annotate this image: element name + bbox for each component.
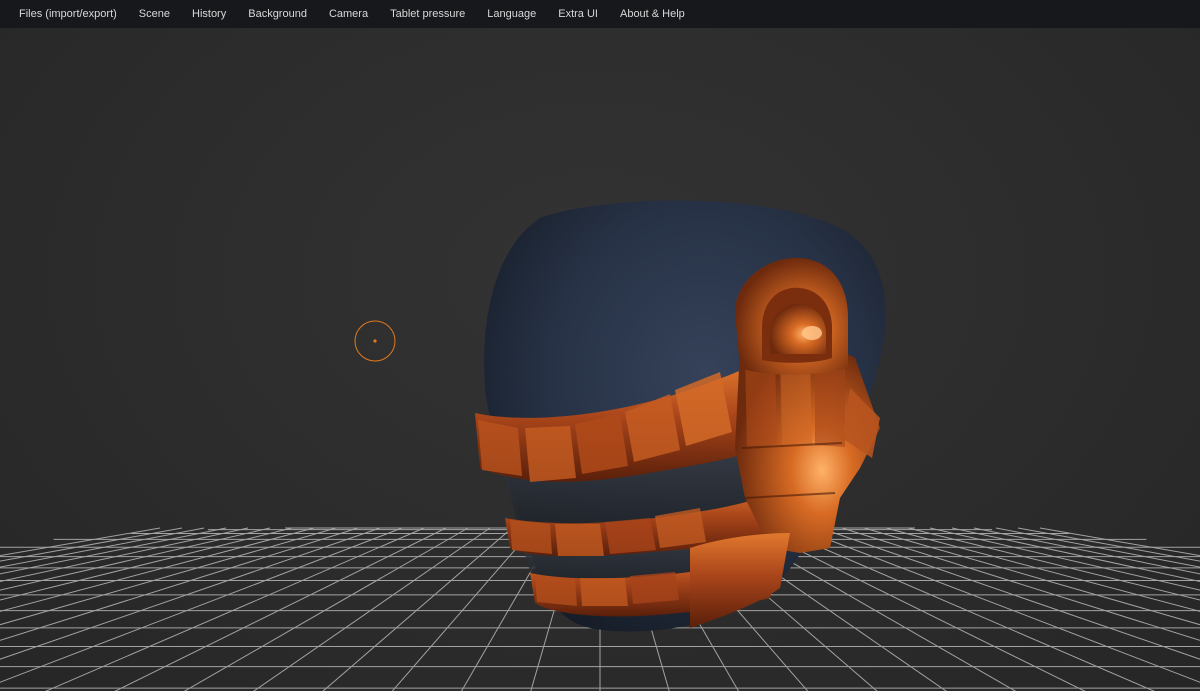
top-menubar: Files (import/export) Scene History Back… (0, 0, 1200, 28)
copper-crest (735, 257, 848, 375)
menu-tablet-pressure[interactable]: Tablet pressure (379, 0, 476, 28)
menu-extra-ui[interactable]: Extra UI (547, 0, 609, 28)
menu-language[interactable]: Language (476, 0, 547, 28)
menu-about-help[interactable]: About & Help (609, 0, 696, 28)
3d-viewport[interactable] (0, 28, 1200, 691)
sculpt-app: Files (import/export) Scene History Back… (0, 0, 1200, 691)
menu-history[interactable]: History (181, 0, 237, 28)
menu-camera[interactable]: Camera (318, 0, 379, 28)
sculpt-mesh[interactable] (475, 200, 886, 632)
menu-background[interactable]: Background (237, 0, 318, 28)
brush-cursor-icon (354, 320, 396, 362)
menu-files[interactable]: Files (import/export) (8, 0, 128, 28)
menu-scene[interactable]: Scene (128, 0, 181, 28)
